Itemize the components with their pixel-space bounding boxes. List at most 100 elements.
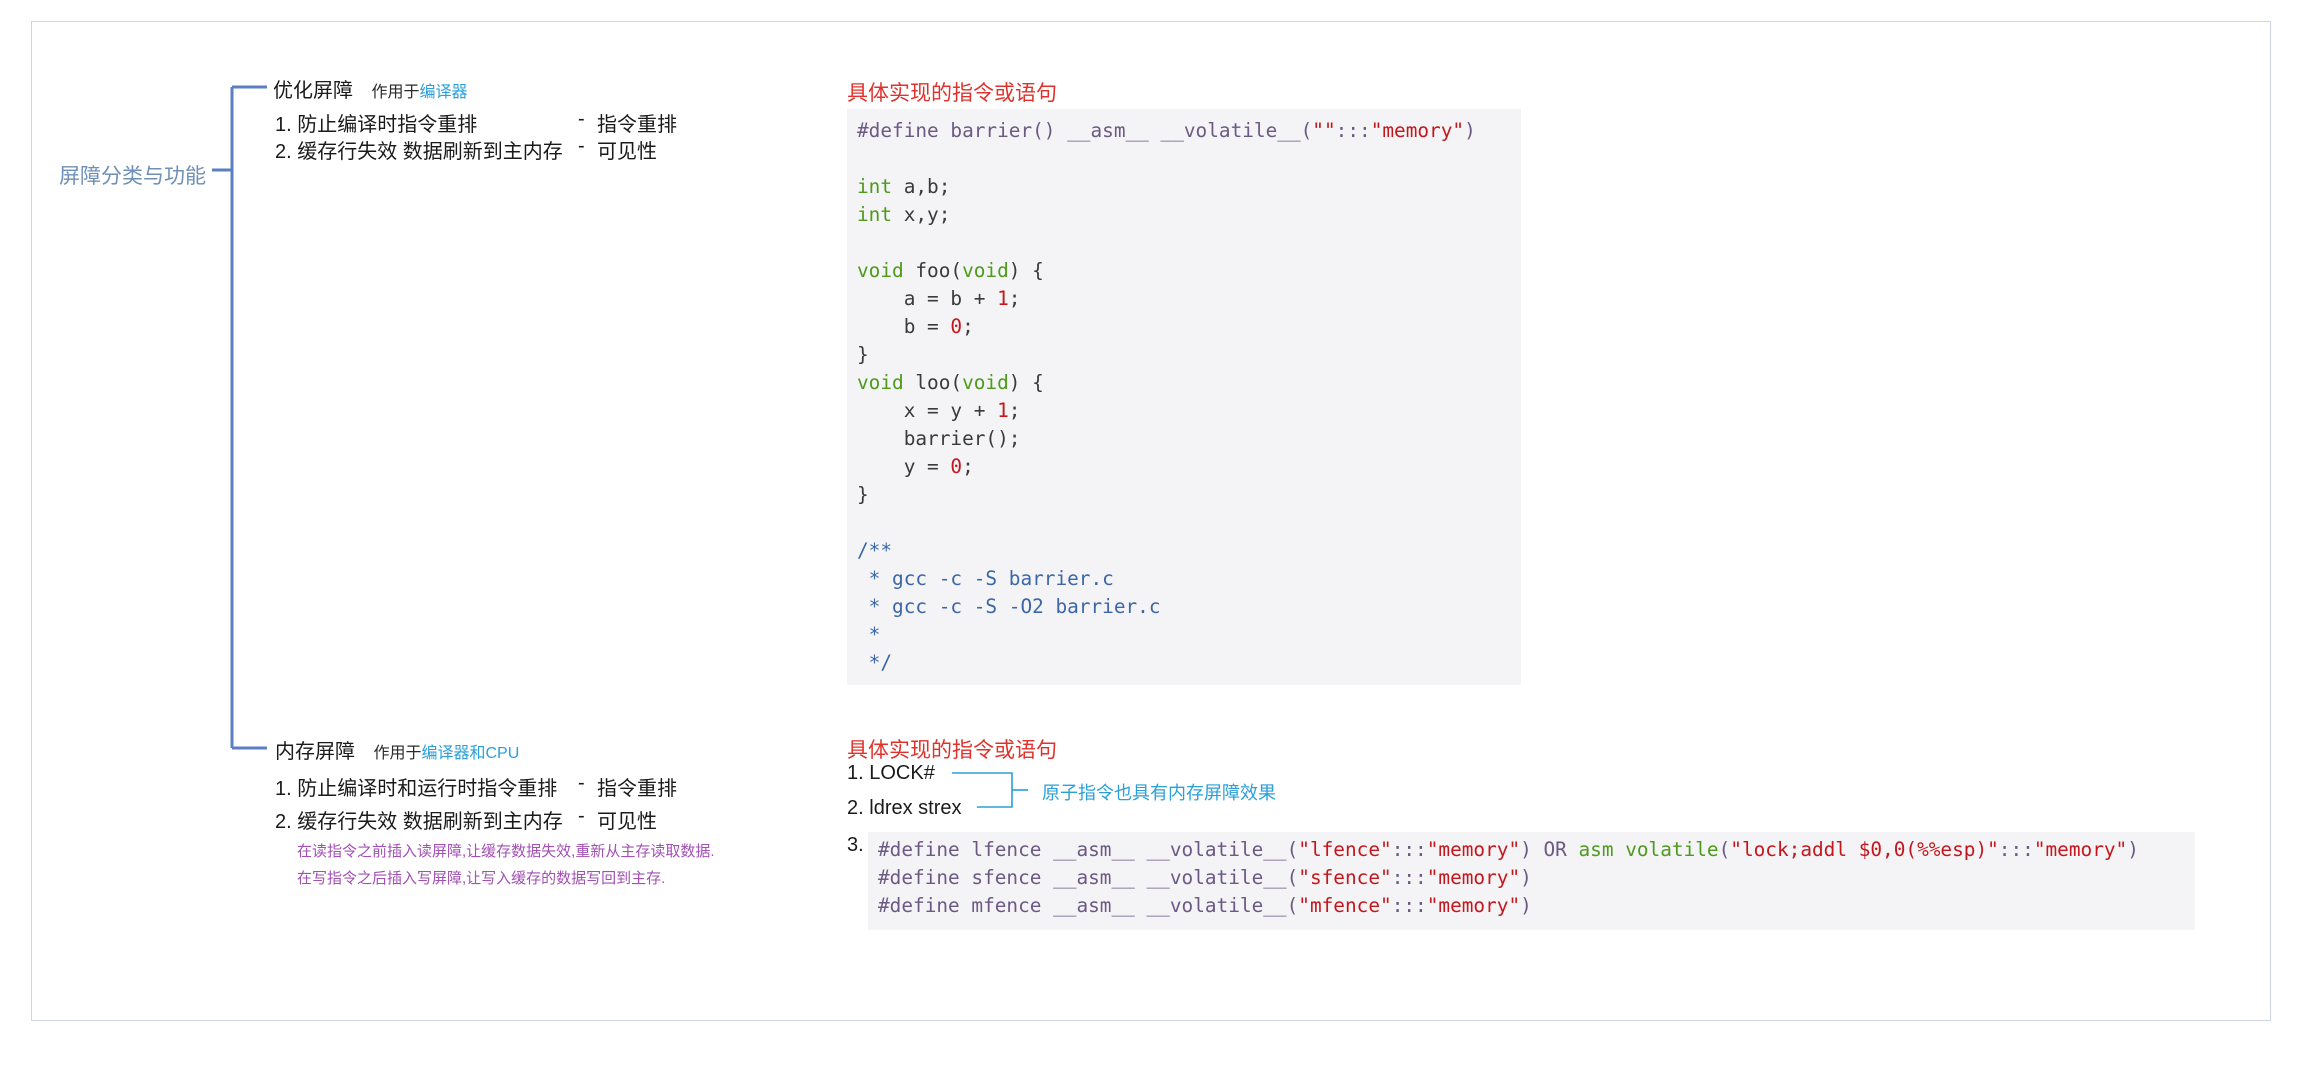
code-token: void xyxy=(857,259,904,282)
item-text: 缓存行失效 数据刷新到主内存 xyxy=(297,811,563,833)
code-token: 0 xyxy=(950,315,963,338)
code-line: /** xyxy=(857,537,1511,565)
code-token: ) { xyxy=(1008,259,1044,282)
code-line: x = y + 1; xyxy=(857,397,1511,425)
code-token: ) OR xyxy=(1520,838,1579,861)
code-token: /** xyxy=(857,539,893,562)
branch-title: 内存屏障 xyxy=(275,741,355,763)
compiler-item-2: 2. 缓存行失效 数据刷新到主内存 xyxy=(275,135,563,164)
code-token: int xyxy=(857,203,893,226)
code-token: a = b + xyxy=(857,287,998,310)
code-token: void xyxy=(962,371,1009,394)
code-token: int xyxy=(857,175,893,198)
code-token: x,y; xyxy=(892,203,951,226)
code-token: * gcc -c -S -O2 barrier.c xyxy=(857,595,1161,618)
compiler-item-1-dash: - xyxy=(578,108,585,130)
item-number: 1. xyxy=(847,762,864,784)
code-token: ; xyxy=(962,455,974,478)
code-line: int x,y; xyxy=(857,201,1511,229)
code-token: "memory" xyxy=(1370,119,1465,142)
item-number: 2. xyxy=(275,141,292,163)
code-token: "memory" xyxy=(1426,866,1521,889)
code-token: ; xyxy=(1008,399,1021,422)
code-token: "memory" xyxy=(1426,894,1521,917)
code-token: ::: xyxy=(1335,119,1371,142)
code-token: #define lfence __asm__ __volatile__( xyxy=(878,838,1299,861)
code-line: * gcc -c -S barrier.c xyxy=(857,565,1511,593)
code-line: #define lfence __asm__ __volatile__("lfe… xyxy=(878,836,2185,864)
code-token: */ xyxy=(857,651,893,674)
code-line: } xyxy=(857,481,1511,509)
memory-note-read: 在读指令之前插入读屏障,让缓存数据失效,重新从主存读取数据. xyxy=(297,843,715,860)
implementation-heading-top: 具体实现的指令或语句 xyxy=(847,82,1057,105)
code-line: void loo(void) { xyxy=(857,369,1511,397)
code-block-fences: #define lfence __asm__ __volatile__("lfe… xyxy=(868,832,2195,930)
memory-item-1-effect: 指令重排 xyxy=(597,778,677,800)
item-text: ldrex strex xyxy=(869,797,962,819)
code-token: "lfence" xyxy=(1298,838,1392,861)
branch-scope-highlight: 编译器 xyxy=(419,84,468,101)
code-token: ::: xyxy=(1391,838,1427,861)
item-number: 2. xyxy=(847,797,864,819)
code-token: asm volatile xyxy=(1578,838,1719,861)
code-token: ) xyxy=(1464,119,1476,142)
code-token: } xyxy=(857,343,869,366)
code-line: void foo(void) { xyxy=(857,257,1511,285)
compiler-item-2-dash: - xyxy=(578,135,585,157)
code-token: a,b; xyxy=(892,175,951,198)
memory-item-2-effect: 可见性 xyxy=(597,811,657,833)
code-token: "mfence" xyxy=(1298,894,1392,917)
item-number: 2. xyxy=(275,811,292,833)
memory-item-1-dash: - xyxy=(578,772,585,794)
code-line: #define mfence __asm__ __volatile__("mfe… xyxy=(878,892,2185,920)
implementation-heading-bottom: 具体实现的指令或语句 xyxy=(847,739,1057,762)
instruction-item-ldrex: 2. ldrex strex xyxy=(847,797,962,820)
item-text: LOCK# xyxy=(869,762,935,784)
code-token: ; xyxy=(962,315,974,338)
code-token: ) xyxy=(2127,838,2139,861)
code-token: #define mfence __asm__ __volatile__( xyxy=(878,894,1299,917)
code-token: ::: xyxy=(1998,838,2034,861)
item-number: 1. xyxy=(275,114,292,136)
branch-scope-label: 作用于 xyxy=(371,84,420,101)
item-text: 防止编译时和运行时指令重排 xyxy=(297,778,558,800)
code-token: 1 xyxy=(997,399,1009,422)
code-token: 1 xyxy=(997,287,1009,310)
memory-barrier-header: 内存屏障 作用于编译器和CPU xyxy=(275,735,519,764)
code-token: ; xyxy=(1008,287,1021,310)
code-token: "" xyxy=(1312,119,1336,142)
code-token: void xyxy=(962,259,1009,282)
memory-item-1: 1. 防止编译时和运行时指令重排 xyxy=(275,772,557,801)
code-token: "memory" xyxy=(2033,838,2128,861)
code-line: int a,b; xyxy=(857,173,1511,201)
code-token: void xyxy=(857,371,904,394)
compiler-item-2-effect: 可见性 xyxy=(597,141,657,163)
instruction-item-lock: 1. LOCK# xyxy=(847,762,935,785)
code-token: "memory" xyxy=(1426,838,1521,861)
code-token: * gcc -c -S barrier.c xyxy=(857,567,1114,590)
atomic-instruction-annotation: 原子指令也具有内存屏障效果 xyxy=(1042,783,1276,803)
code-line: */ xyxy=(857,649,1511,677)
code-line: #define barrier() __asm__ __volatile__("… xyxy=(857,117,1511,145)
code-block-barrier: #define barrier() __asm__ __volatile__("… xyxy=(847,109,1521,685)
code-token: "lock;addl $0,0(%%esp)" xyxy=(1730,838,1999,861)
code-token: ( xyxy=(1718,838,1731,861)
code-token: ) xyxy=(1520,894,1532,917)
code-line: * gcc -c -S -O2 barrier.c xyxy=(857,593,1511,621)
code-token: x = y + xyxy=(857,399,998,422)
branch-scope-label: 作用于 xyxy=(373,745,422,762)
compiler-item-1-effect: 指令重排 xyxy=(597,114,677,136)
code-token: ) { xyxy=(1008,371,1044,394)
code-token: "sfence" xyxy=(1298,866,1392,889)
compiler-item-1: 1. 防止编译时指令重排 xyxy=(275,108,477,137)
branch-title: 优化屏障 xyxy=(273,80,353,102)
code-line: } xyxy=(857,341,1511,369)
code-token: foo( xyxy=(903,259,963,282)
code-token: barrier(); xyxy=(857,427,1021,450)
code-token: 0 xyxy=(950,455,963,478)
item-number: 1. xyxy=(275,778,292,800)
branch-scope-highlight: 编译器和CPU xyxy=(421,745,520,762)
